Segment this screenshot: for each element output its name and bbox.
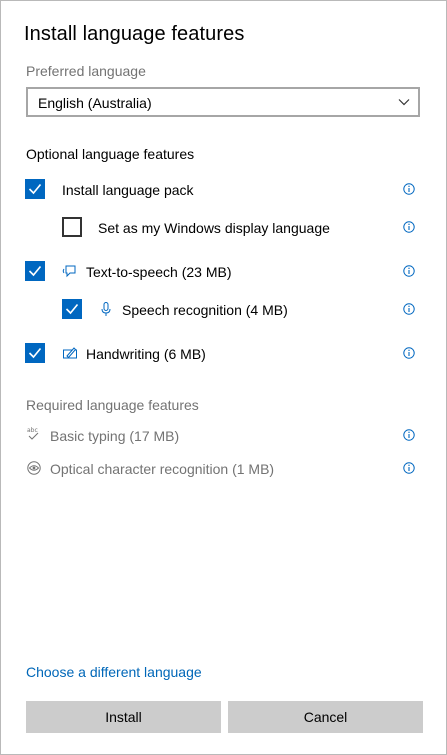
checkmark-icon <box>28 265 42 277</box>
ocr-eye-icon <box>27 461 41 475</box>
dialog-title: Install language features <box>24 23 245 45</box>
preferred-language-label: Preferred language <box>26 63 146 79</box>
checkmark-icon <box>65 303 79 315</box>
basic-typing-label: Basic typing (17 MB) <box>50 428 180 444</box>
pen-icon <box>63 347 77 359</box>
info-icon[interactable] <box>403 183 415 195</box>
required-features-heading: Required language features <box>26 397 199 413</box>
text-to-speech-checkbox[interactable] <box>25 261 45 281</box>
text-to-speech-label: Text-to-speech (23 MB) <box>86 264 232 280</box>
svg-text:abc: abc <box>27 427 38 434</box>
display-language-checkbox[interactable] <box>62 217 82 237</box>
speech-bubble-icon <box>62 265 76 278</box>
preferred-language-value: English (Australia) <box>38 95 152 111</box>
info-icon[interactable] <box>403 429 415 441</box>
install-language-features-dialog: Install language features Preferred lang… <box>0 0 447 755</box>
install-language-pack-label: Install language pack <box>62 182 194 198</box>
info-icon[interactable] <box>403 221 415 233</box>
checkmark-icon <box>28 183 42 195</box>
info-icon[interactable] <box>403 347 415 359</box>
microphone-icon <box>101 302 111 316</box>
checkmark-icon <box>28 347 42 359</box>
info-icon[interactable] <box>403 265 415 277</box>
handwriting-checkbox[interactable] <box>25 343 45 363</box>
choose-different-language-link[interactable]: Choose a different language <box>26 664 202 680</box>
speech-recognition-checkbox[interactable] <box>62 299 82 319</box>
install-button[interactable]: Install <box>26 701 221 733</box>
speech-recognition-label: Speech recognition (4 MB) <box>122 302 288 318</box>
info-icon[interactable] <box>403 303 415 315</box>
info-icon[interactable] <box>403 462 415 474</box>
handwriting-label: Handwriting (6 MB) <box>86 346 206 362</box>
display-language-label: Set as my Windows display language <box>98 220 330 236</box>
install-language-pack-checkbox[interactable] <box>25 179 45 199</box>
abc-check-icon: abc <box>27 427 39 440</box>
preferred-language-dropdown[interactable]: English (Australia) <box>26 87 420 117</box>
optional-features-heading: Optional language features <box>26 146 195 162</box>
chevron-down-icon <box>398 99 410 106</box>
cancel-button[interactable]: Cancel <box>228 701 423 733</box>
ocr-label: Optical character recognition (1 MB) <box>50 461 275 477</box>
